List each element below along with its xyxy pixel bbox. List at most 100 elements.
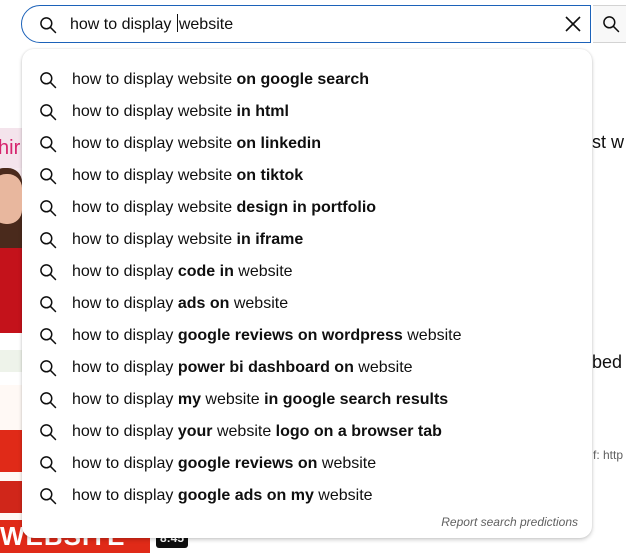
suggestion-text: how to display google reviews on website (72, 454, 376, 474)
suggestion-completion: in google search results (264, 391, 449, 408)
suggestion-text: how to display google reviews on wordpre… (72, 326, 462, 346)
suggestion-prefix: how to display website (72, 71, 237, 88)
search-icon (40, 296, 57, 313)
suggestion-item[interactable]: how to display website on linkedin (22, 128, 592, 160)
suggestion-prefix: how to display website (72, 167, 237, 184)
search-input[interactable]: how to display website (70, 14, 233, 36)
page: hir st w bed f: http WEBSITE 8:45 how to… (0, 0, 626, 553)
search-icon (40, 328, 57, 345)
suggestion-suffix: website (233, 263, 293, 280)
search-query-before-caret: how to display (70, 16, 176, 33)
search-query-after-caret: website (178, 16, 234, 33)
search-icon (40, 424, 57, 441)
suggestion-prefix: how to display website (72, 199, 237, 216)
suggestion-prefix: how to display (72, 263, 178, 280)
search-suggestions-dropdown: Report search predictions how to display… (22, 49, 592, 538)
search-icon (40, 168, 57, 185)
suggestion-completion: google reviews on (177, 455, 318, 472)
suggestion-item[interactable]: how to display website in html (22, 96, 592, 128)
suggestion-suffix: website (313, 487, 373, 504)
suggestion-text: how to display website design in portfol… (72, 198, 376, 218)
suggestion-prefix: how to display (72, 487, 178, 504)
suggestion-completion: my (177, 391, 201, 408)
suggestion-completion: on google search (236, 71, 369, 88)
suggestion-completion: on tiktok (236, 167, 304, 184)
suggestion-text: how to display website on google search (72, 70, 369, 90)
search-icon (40, 360, 57, 377)
suggestion-prefix: how to display (72, 327, 178, 344)
suggestion-text: how to display website on linkedin (72, 134, 321, 154)
suggestion-completion: power bi dashboard on (177, 359, 354, 376)
search-button[interactable] (593, 5, 626, 43)
suggestion-text: how to display code in website (72, 262, 293, 282)
suggestion-text: how to display ads on website (72, 294, 288, 314)
suggestion-completion: google ads on my (177, 487, 314, 504)
suggestion-item[interactable]: how to display my website in google sear… (22, 384, 592, 416)
thumbnail-band (0, 481, 22, 513)
suggestion-text: how to display power bi dashboard on web… (72, 358, 413, 378)
suggestion-prefix: how to display (72, 359, 178, 376)
search-box[interactable]: how to display website (21, 5, 591, 43)
suggestion-completion: ads on (177, 295, 230, 312)
suggestion-prefix: how to display (72, 423, 178, 440)
search-icon (40, 456, 57, 473)
suggestion-item[interactable]: how to display website design in portfol… (22, 192, 592, 224)
thumbnail-person-shirt (0, 248, 22, 333)
suggestion-suffix: website (212, 423, 276, 440)
suggestion-prefix: how to display website (72, 103, 237, 120)
suggestion-item[interactable]: how to display website in iframe (22, 224, 592, 256)
suggestion-suffix: website (317, 455, 377, 472)
search-icon (40, 232, 57, 249)
suggestion-item[interactable]: how to display your website logo on a br… (22, 416, 592, 448)
search-icon (40, 392, 57, 409)
suggestion-item[interactable]: how to display google reviews on website (22, 448, 592, 480)
suggestion-text: how to display website in iframe (72, 230, 303, 250)
suggestion-prefix: how to display (72, 391, 178, 408)
suggestion-prefix: how to display (72, 455, 178, 472)
suggestion-suffix: website (353, 359, 413, 376)
channel-thumbnail[interactable] (0, 350, 22, 372)
text-caret (176, 14, 178, 32)
suggestion-prefix: how to display website (72, 135, 237, 152)
suggestion-completion: in iframe (236, 231, 304, 248)
close-icon[interactable] (561, 12, 585, 36)
search-icon (40, 72, 57, 89)
thumbnail-person-face (0, 174, 22, 224)
result-title-fragment[interactable]: bed (592, 352, 622, 373)
suggestion-completion: in html (236, 103, 289, 120)
suggestion-completion: code in (177, 263, 234, 280)
suggestion-completion: logo on a browser tab (275, 423, 442, 440)
suggestion-prefix: how to display website (72, 231, 237, 248)
suggestion-suffix: website (402, 327, 462, 344)
suggestion-item[interactable]: how to display ads on website (22, 288, 592, 320)
suggestion-text: how to display website in html (72, 102, 289, 122)
suggestion-item[interactable]: how to display website on tiktok (22, 160, 592, 192)
suggestion-text: how to display google ads on my website (72, 486, 373, 506)
suggestion-text: how to display website on tiktok (72, 166, 303, 186)
search-icon (40, 17, 57, 34)
suggestion-suffix: website (229, 295, 289, 312)
search-icon (40, 104, 57, 121)
suggestion-item[interactable]: how to display google ads on my website (22, 480, 592, 512)
suggestion-text: how to display my website in google sear… (72, 390, 448, 410)
suggestion-completion: google reviews on wordpress (177, 327, 403, 344)
result-description-fragment: f: http (593, 448, 624, 462)
suggestion-item[interactable]: how to display website on google search (22, 64, 592, 96)
suggestion-prefix: how to display (72, 295, 178, 312)
suggestion-item[interactable]: how to display power bi dashboard on web… (22, 352, 592, 384)
thumbnail-caption: hir (0, 128, 22, 168)
report-search-predictions-link[interactable]: Report search predictions (441, 515, 578, 529)
result-title-fragment[interactable]: st w (592, 132, 624, 153)
search-icon (603, 16, 620, 33)
thumbnail-band (0, 430, 22, 472)
suggestion-completion: your (177, 423, 213, 440)
suggestion-item[interactable]: how to display google reviews on wordpre… (22, 320, 592, 352)
suggestion-item[interactable]: how to display code in website (22, 256, 592, 288)
video-thumbnail[interactable]: hir (0, 128, 22, 333)
suggestion-text: how to display your website logo on a br… (72, 422, 442, 442)
search-icon (40, 136, 57, 153)
suggestion-completion: on linkedin (236, 135, 321, 152)
suggestion-suffix: website (200, 391, 265, 408)
search-icon (40, 200, 57, 217)
suggestion-completion: design in portfolio (236, 199, 377, 216)
